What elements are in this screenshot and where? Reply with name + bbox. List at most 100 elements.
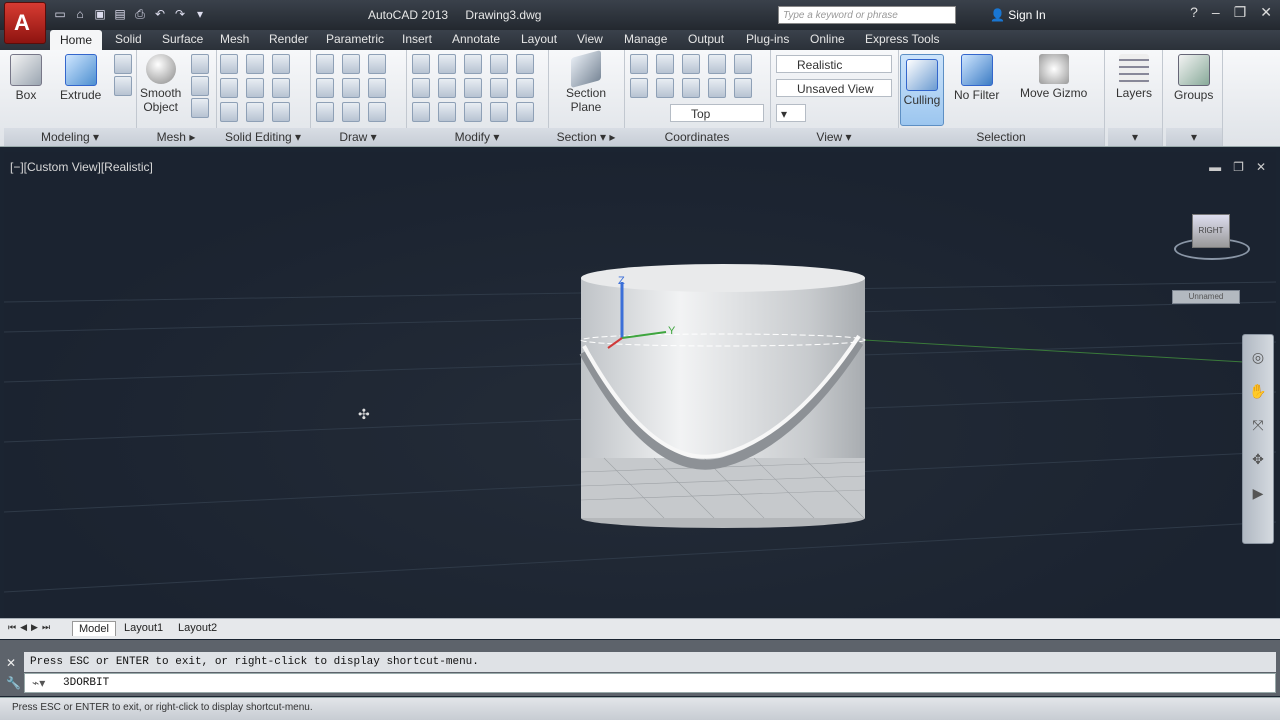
box-button[interactable]: Box [10, 54, 42, 102]
command-input[interactable]: 3DORBIT [24, 673, 1276, 693]
zoom-extents-icon[interactable]: ⤧ [1248, 417, 1268, 437]
tab-express-tools[interactable]: Express Tools [865, 32, 939, 46]
rotate-icon[interactable] [464, 54, 482, 74]
line-icon[interactable] [316, 54, 334, 74]
tab-output[interactable]: Output [688, 32, 724, 46]
tab-solid[interactable]: Solid [115, 32, 142, 46]
layers-button[interactable]: Layers [1116, 54, 1152, 100]
solid-editing-panel-label[interactable]: Solid Editing ▾ [216, 128, 310, 146]
mirror-icon[interactable] [490, 54, 508, 74]
explode-icon[interactable] [516, 102, 534, 122]
fillet-edge-icon[interactable] [246, 102, 264, 122]
extrude-button[interactable]: Extrude [60, 54, 101, 102]
culling-button[interactable]: Culling [900, 54, 944, 126]
mesh-tool-icon[interactable] [191, 76, 209, 96]
ucs-origin-icon[interactable] [682, 54, 700, 74]
copy-icon[interactable] [412, 78, 430, 98]
ucs-face-icon[interactable] [734, 78, 752, 98]
view-direction-dropdown[interactable]: Top [670, 104, 764, 122]
draw-panel-label[interactable]: Draw ▾ [310, 128, 406, 146]
ucs-x-icon[interactable] [708, 78, 726, 98]
separate-icon[interactable] [246, 78, 264, 98]
drawing-viewport[interactable]: Z Y [−][Custom View][Realistic] ▬ ❐ ✕ RI… [4, 152, 1276, 618]
orbit-icon[interactable]: ✥ [1248, 451, 1268, 471]
next-tab-icon[interactable]: ▶ [31, 622, 38, 633]
new-icon[interactable]: ▭ [52, 6, 68, 22]
ucs-view-icon[interactable] [734, 54, 752, 74]
scale-icon[interactable] [490, 102, 508, 122]
tab-mesh[interactable]: Mesh [220, 32, 249, 46]
view-panel-label[interactable]: View ▾ [770, 128, 898, 146]
ucs-world-icon[interactable] [656, 54, 674, 74]
ucs-z-icon[interactable] [682, 78, 700, 98]
restore-icon[interactable]: ❐ [1234, 4, 1247, 21]
mesh-panel-label[interactable]: Mesh ▸ [136, 128, 216, 146]
presspull-icon[interactable] [114, 54, 132, 74]
pan-icon[interactable]: ✋ [1248, 383, 1268, 403]
viewport-minimize-icon[interactable]: ▬ [1209, 160, 1221, 174]
union-icon[interactable] [220, 54, 238, 74]
layers-panel-expand[interactable]: ▾ [1108, 128, 1162, 146]
first-tab-icon[interactable]: ⏮ [8, 622, 16, 633]
ucs-3point-icon[interactable] [708, 54, 726, 74]
modeling-panel-label[interactable]: Modeling ▾ [4, 128, 136, 146]
rectangle-icon[interactable] [342, 102, 360, 122]
tab-home[interactable]: Home [50, 30, 103, 50]
steering-wheel-icon[interactable]: ◎ [1248, 349, 1268, 369]
tab-insert[interactable]: Insert [402, 32, 432, 46]
redo-icon[interactable]: ↷ [172, 6, 188, 22]
groups-panel-expand[interactable]: ▾ [1166, 128, 1222, 146]
groups-button[interactable]: Groups [1174, 54, 1213, 102]
tab-model[interactable]: Model [72, 621, 116, 636]
section-plane-button[interactable]: Section Plane [566, 49, 606, 114]
no-filter-button[interactable]: No Filter [954, 54, 999, 102]
arc-icon[interactable] [368, 54, 386, 74]
move-gizmo-button[interactable]: Move Gizmo [1020, 54, 1087, 100]
save-icon[interactable]: ▣ [92, 6, 108, 22]
align-icon[interactable] [464, 78, 482, 98]
saved-view-dropdown[interactable]: Unsaved View [776, 79, 892, 97]
polygon-icon[interactable] [316, 102, 334, 122]
polysolid-icon[interactable] [114, 76, 132, 96]
viewport-controls-label[interactable]: [−][Custom View][Realistic] [10, 160, 153, 174]
3d-move-icon[interactable] [438, 54, 456, 74]
3d-rotate-icon[interactable] [438, 78, 456, 98]
extrude-faces-icon[interactable] [272, 54, 290, 74]
modify-panel-label[interactable]: Modify ▾ [406, 128, 548, 146]
mesh-tool-icon[interactable] [191, 98, 209, 118]
command-prompt-icon[interactable]: ⌁▾ [32, 676, 45, 690]
polyline-icon[interactable] [342, 54, 360, 74]
coordinates-panel-label[interactable]: Coordinates [624, 128, 770, 146]
command-customize-icon[interactable]: 🔧 [6, 676, 21, 690]
ucs-previous-icon[interactable] [656, 78, 674, 98]
tab-layout2[interactable]: Layout2 [172, 621, 223, 635]
spline-icon[interactable] [316, 78, 334, 98]
trim-icon[interactable] [516, 54, 534, 74]
ucs-icon[interactable] [630, 54, 648, 74]
ucs-named-icon[interactable] [630, 78, 648, 98]
tab-layout[interactable]: Layout [521, 32, 557, 46]
chamfer-icon[interactable] [516, 78, 534, 98]
tab-manage[interactable]: Manage [624, 32, 667, 46]
print-icon[interactable]: ⎙ [132, 6, 148, 22]
slice-icon[interactable] [272, 78, 290, 98]
search-input[interactable]: Type a keyword or phrase [778, 6, 956, 24]
open-icon[interactable]: ⌂ [72, 6, 88, 22]
visual-style-dropdown[interactable]: Realistic [776, 55, 892, 73]
extract-edges-icon[interactable] [246, 54, 264, 74]
qat-menu-icon[interactable]: ▾ [192, 6, 208, 22]
wcs-menu[interactable]: Unnamed [1172, 290, 1240, 304]
viewport-restore-icon[interactable]: ❐ [1233, 160, 1244, 174]
tab-surface[interactable]: Surface [162, 32, 203, 46]
prev-tab-icon[interactable]: ◀ [20, 622, 27, 633]
minimize-icon[interactable]: – [1212, 4, 1220, 21]
viewport-close-icon[interactable]: ✕ [1256, 160, 1266, 174]
tab-render[interactable]: Render [269, 32, 308, 46]
shell-icon[interactable] [272, 102, 290, 122]
offset-icon[interactable] [412, 102, 430, 122]
tab-annotate[interactable]: Annotate [452, 32, 500, 46]
section-panel-label[interactable]: Section ▾ ▸ [548, 128, 624, 146]
move-icon[interactable] [412, 54, 430, 74]
save-as-icon[interactable]: ▤ [112, 6, 128, 22]
3d-polyline-icon[interactable] [342, 78, 360, 98]
